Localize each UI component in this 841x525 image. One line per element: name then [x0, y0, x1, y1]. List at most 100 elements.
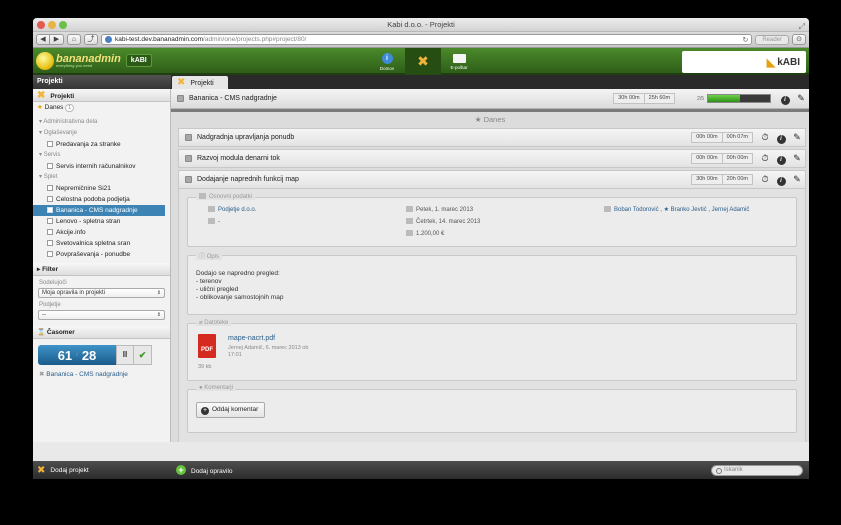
nav-e-postar[interactable]: E-poštar [441, 48, 477, 75]
add-project-button[interactable]: ✖ Dodaj projekt [33, 465, 171, 476]
end-date: Četrtek, 14. marec 2013 [406, 218, 480, 225]
task-row[interactable]: Dodajanje naprednih funkcij map 30h 00m … [178, 170, 806, 189]
add-task-button[interactable]: + Dodaj opravilo [176, 465, 233, 475]
sidebar-item-predavanja[interactable]: Predavanja za stranke [33, 139, 170, 150]
checkbox-icon [47, 207, 53, 213]
add-comment-button[interactable]: + Oddaj komentar [196, 402, 266, 418]
stopwatch-icon: ⏱ [761, 152, 769, 163]
task-edit-button[interactable]: ✎ [789, 153, 805, 165]
info-icon: i [780, 95, 790, 105]
checkbox-icon[interactable] [185, 134, 192, 141]
sidebar-section-casomer[interactable]: ⌛ Časomer [33, 326, 170, 339]
task-row[interactable]: Nadgradnja upravljanja ponudb 00h 00m 00… [178, 128, 806, 147]
pdf-file-icon[interactable]: PDF [198, 334, 216, 358]
tab-projekti[interactable]: ✖ Projekti [172, 76, 228, 89]
share-button[interactable]: ⤴ [84, 34, 98, 45]
timer-minutes: 61 [57, 347, 73, 363]
close-window-button[interactable] [37, 21, 45, 29]
timer-seconds: 28 [81, 347, 97, 363]
checkbox-icon[interactable] [185, 176, 192, 183]
danes-count-badge: 1 [65, 104, 75, 112]
calendar-icon [406, 206, 413, 212]
sidebar-item-bananica[interactable]: Bananica - CMS nadgradnje [33, 205, 165, 216]
task-info-button[interactable]: i [773, 132, 789, 144]
sidebar-group-administrativna[interactable]: ▾ Administrativna dela [33, 117, 170, 128]
sidebar-item-danes[interactable]: ★ Danes 1 [33, 102, 170, 113]
nav-e-postar-label: E-poštar [450, 64, 468, 70]
zoom-window-button[interactable] [59, 21, 67, 29]
address-bar[interactable]: kabi-test.dev.bananadmin.com/admin/one/p… [101, 34, 753, 45]
info-icon: ⓘ [199, 254, 206, 260]
search-input[interactable]: Iskanik [711, 464, 803, 476]
filter-participants-select[interactable]: Moja opravila in projekti ⇕ [38, 288, 165, 298]
progress-label: 2/5 [697, 95, 704, 102]
fullscreen-icon[interactable]: ⤢ [799, 20, 805, 34]
contact-field: - [208, 218, 220, 225]
history-buttons: ◀ ▶ [36, 34, 64, 45]
sidebar-item-nepremicnine[interactable]: Nepremičnine Si21 [33, 183, 170, 194]
checkbox-icon [47, 141, 53, 147]
timer-task-link[interactable]: ✖ Bananica - CMS nadgradnje [33, 365, 170, 378]
sidebar-item-lenovo[interactable]: Lenovo - spletna stran [33, 216, 170, 227]
checkbox-icon[interactable] [177, 95, 184, 102]
timer-display: 61:28 [38, 345, 116, 365]
plus-icon: + [201, 407, 209, 415]
files-title: ⌀ Datoteke [196, 319, 232, 326]
sidebar-item-akcije[interactable]: Akcije.info [33, 227, 170, 238]
back-button[interactable]: ◀ [36, 34, 50, 45]
task-edit-button[interactable]: ✎ [789, 174, 805, 186]
people-list[interactable]: Boban Todorović , ★ Branko Jevtić , Jern… [604, 206, 749, 213]
project-edit-button[interactable]: ✎ [793, 93, 809, 104]
downloads-icon[interactable]: ⊙ [792, 34, 806, 45]
pencil-icon: ✎ [793, 131, 801, 142]
project-title: Bananica - CMS nadgradnje [189, 95, 277, 102]
task-timer-button[interactable]: ⏱ [757, 174, 773, 186]
task-title: Dodajanje naprednih funkcij map [197, 176, 299, 183]
tools-icon: ✖ [417, 53, 429, 69]
reload-icon[interactable]: ↻ [742, 36, 748, 44]
sidebar-item-svetovalnica[interactable]: Svetovalnica spletna sran [33, 238, 170, 249]
sidebar-group-servis[interactable]: ▾ Servis [33, 150, 170, 161]
project-header[interactable]: Bananica - CMS nadgradnje 30h 00m 25h 60… [171, 89, 809, 109]
sidebar-group-oglasevanje[interactable]: ▾ Oglaševanje [33, 128, 170, 139]
sidebar-item-servis-internih[interactable]: Servis internih računalnikov [33, 161, 170, 172]
reader-button[interactable]: Reader [755, 34, 789, 45]
bottom-bar: ✖ Dodaj projekt + Dodaj opravilo Iskanik [33, 461, 809, 479]
sidebar-section-filter[interactable]: ▸ Filter [33, 263, 170, 276]
mail-icon [452, 53, 466, 63]
sidebar-section-projekti[interactable]: ✖ Projekti [33, 89, 170, 102]
minimize-window-button[interactable] [48, 21, 56, 29]
project-info-button[interactable]: i [777, 93, 793, 105]
pencil-icon: ✎ [793, 152, 801, 163]
nav-tools[interactable]: ✖ [405, 48, 441, 75]
today-heading: ★ Danes [474, 115, 506, 124]
checkbox-icon [47, 196, 53, 202]
task-title: Nadgradnja upravljanja ponudb [197, 134, 295, 141]
bananadmin-logo[interactable]: bananadmin everything you need kABI [36, 51, 152, 70]
home-button[interactable]: ⌂ [67, 34, 81, 45]
task-info-button[interactable]: i [773, 153, 789, 165]
nav-domov[interactable]: i Domov [369, 48, 405, 75]
file-link[interactable]: mape-nacrt.pdf [228, 335, 275, 342]
timer-pause-button[interactable]: II [116, 345, 134, 365]
kabi-mark-icon: ◣ [766, 56, 776, 69]
task-timer-button[interactable]: ⏱ [757, 132, 773, 144]
calendar-icon [406, 218, 413, 224]
sidebar-group-splet[interactable]: ▾ Splet [33, 172, 170, 183]
timer-confirm-button[interactable]: ✔ [134, 345, 152, 365]
task-edit-button[interactable]: ✎ [789, 132, 805, 144]
filter-company-select[interactable]: -- ⇕ [38, 310, 165, 320]
task-timer-button[interactable]: ⏱ [757, 153, 773, 165]
task-info-button[interactable]: i [773, 174, 789, 186]
project-progress-bar [707, 94, 771, 103]
forward-button[interactable]: ▶ [50, 34, 64, 45]
checkbox-icon[interactable] [185, 155, 192, 162]
sidebar-item-celostna[interactable]: Celostna podoba podjetja [33, 194, 170, 205]
task-row[interactable]: Razvoj modula denarni tok 00h 00m 00h 00… [178, 149, 806, 168]
company-link[interactable]: Podjetje d.o.o. [208, 206, 256, 213]
url-path: /admin/one/projects.php#project/80/ [203, 36, 307, 43]
sidebar-item-povprasevanja[interactable]: Povpraševanja - ponudbe [33, 249, 170, 260]
tools-icon: ✖ [39, 371, 45, 378]
brand-text: kABI [777, 56, 800, 68]
paperclip-icon: ⌀ [199, 320, 203, 326]
